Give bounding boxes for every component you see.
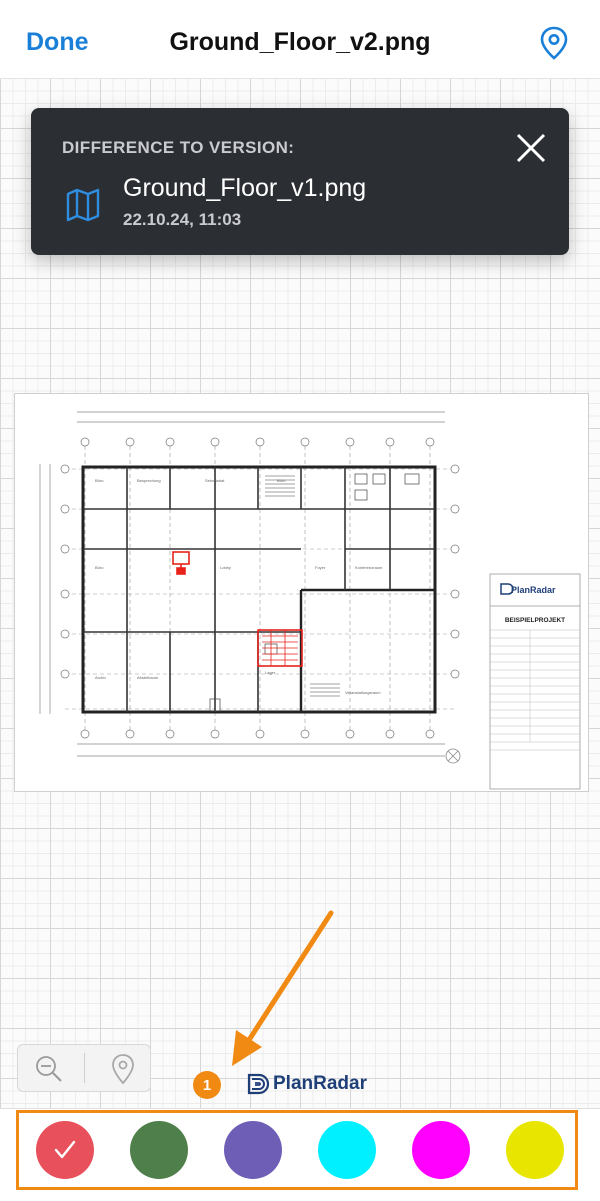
planradar-logo: PlanRadar (247, 1071, 367, 1097)
svg-text:Foyer: Foyer (315, 565, 326, 570)
color-swatch-3[interactable] (224, 1121, 282, 1179)
svg-text:Archiv: Archiv (95, 675, 106, 680)
top-bar: Done Ground_Floor_v2.png (0, 0, 600, 79)
svg-text:Lobby: Lobby (220, 565, 231, 570)
popup-label: DIFFERENCE TO VERSION: (62, 138, 295, 157)
color-swatch-1[interactable] (36, 1121, 94, 1179)
color-swatch-2[interactable] (130, 1121, 188, 1179)
title-block-project: BEISPIELPROJEKT (505, 617, 565, 624)
version-difference-popup: DIFFERENCE TO VERSION: Ground_Floor_v1.p… (31, 108, 569, 255)
zoom-divider (84, 1053, 85, 1083)
zoom-controls (17, 1044, 151, 1092)
map-icon (66, 188, 100, 222)
svg-text:Büro: Büro (95, 565, 104, 570)
step-badge: 1 (193, 1071, 221, 1099)
location-pin-icon[interactable] (110, 1053, 136, 1085)
svg-text:Konferenzraum: Konferenzraum (355, 565, 383, 570)
color-swatch-5[interactable] (412, 1121, 470, 1179)
page-title: Ground_Floor_v2.png (169, 28, 431, 56)
floor-plan-image[interactable]: Büro Besprechung Sekretariat Büro Büro Lobb… (14, 393, 589, 792)
planradar-logo-icon (247, 1073, 270, 1095)
svg-text:Besprechung: Besprechung (137, 478, 161, 483)
color-swatch-6[interactable] (506, 1121, 564, 1179)
floor-plan-drawing: Büro Besprechung Sekretariat Büro Büro Lobb… (39, 411, 581, 790)
done-button[interactable]: Done (26, 28, 89, 57)
svg-text:Büro: Büro (95, 478, 104, 483)
compared-file-date: 22.10.24, 11:03 (123, 210, 242, 229)
compared-file-name: Ground_Floor_v1.png (123, 174, 367, 202)
brand-name: PlanRadar (273, 1073, 367, 1094)
location-pin-icon[interactable] (538, 26, 570, 60)
svg-text:Abstellraum: Abstellraum (137, 675, 159, 680)
svg-text:Lager: Lager (265, 670, 276, 675)
close-icon[interactable] (515, 132, 547, 164)
color-swatch-4[interactable] (318, 1121, 376, 1179)
zoom-out-icon[interactable] (34, 1054, 64, 1084)
checkmark-icon (54, 1140, 76, 1159)
svg-text:Büro: Büro (277, 478, 286, 483)
svg-text:Veranstaltungsraum: Veranstaltungsraum (345, 690, 381, 695)
title-block-brand: PlanRadar (511, 585, 556, 595)
svg-text:Sekretariat: Sekretariat (205, 478, 225, 483)
